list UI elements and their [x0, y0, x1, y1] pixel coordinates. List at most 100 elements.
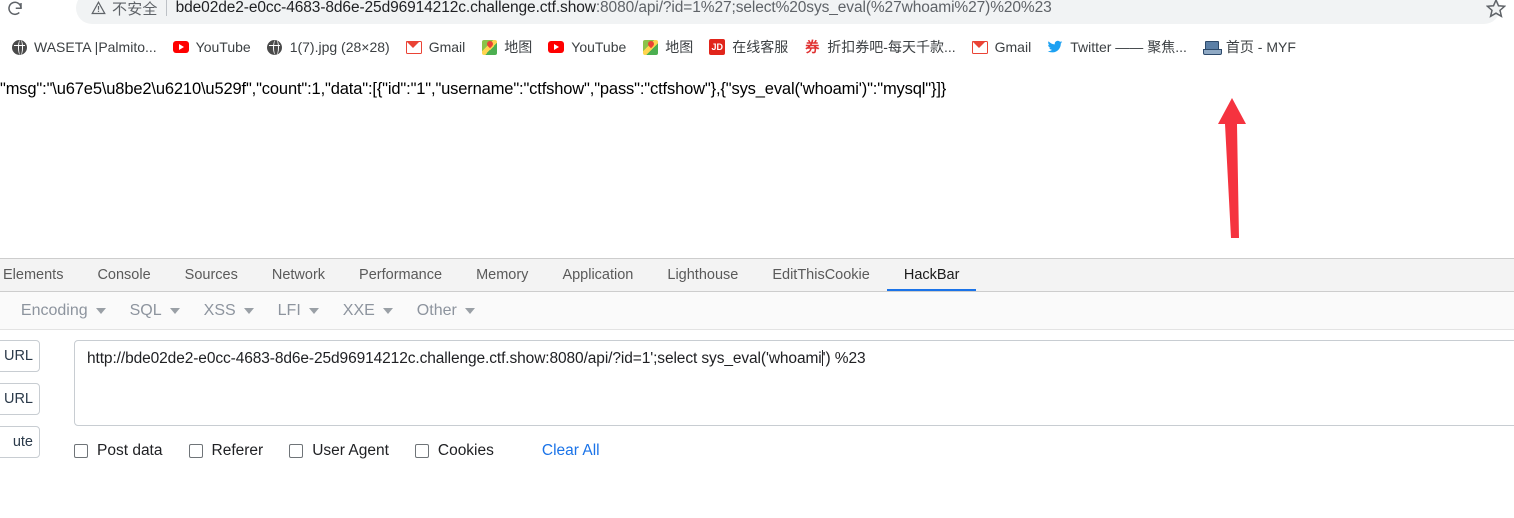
- bookmark-item[interactable]: Twitter —— 聚焦...: [1040, 34, 1194, 60]
- chevron-down-icon: [382, 307, 393, 314]
- bookmark-item[interactable]: 券折扣券吧-每天千款...: [797, 34, 962, 60]
- tab-label: EditThisCookie: [772, 267, 870, 283]
- menu-label: Encoding: [20, 301, 88, 319]
- load-url-button[interactable]: URL: [0, 340, 40, 372]
- tab-hackbar[interactable]: HackBar: [886, 259, 977, 291]
- gmail-icon: [971, 39, 988, 55]
- menu-label: LFI: [277, 301, 301, 319]
- youtube-icon: [548, 39, 565, 55]
- bookmark-item[interactable]: WASETA |Palmito...: [4, 34, 164, 60]
- globe-icon: [267, 39, 283, 55]
- clear-all-link[interactable]: Clear All: [542, 442, 600, 460]
- bookmark-label: 1(7).jpg (28×28): [289, 39, 390, 55]
- split-url-button[interactable]: URL: [0, 383, 40, 415]
- tab-label: HackBar: [903, 267, 960, 283]
- option-user-agent[interactable]: User Agent: [289, 442, 389, 460]
- bookmark-item[interactable]: JD 在线客服: [702, 34, 795, 60]
- bookmark-label: YouTube: [571, 39, 627, 55]
- youtube-icon: [172, 39, 189, 55]
- bookmark-label: 折扣券吧-每天千款...: [827, 39, 956, 55]
- twitter-icon: [1047, 39, 1063, 55]
- hackbar-options-row: Post data Referer User Agent Cookies Cle…: [74, 438, 600, 464]
- tab-elements[interactable]: Elements: [0, 259, 80, 291]
- security-status-label: 不安全: [112, 0, 158, 18]
- tab-label: Elements: [3, 267, 64, 283]
- cookies-checkbox[interactable]: [414, 444, 429, 458]
- hackbar-menu-encoding[interactable]: Encoding: [9, 296, 118, 326]
- option-label: Cookies: [437, 442, 494, 459]
- devtools-panel: Elements Console Sources Network Perform…: [0, 258, 1514, 518]
- tab-sources[interactable]: Sources: [168, 259, 255, 291]
- tab-label: Lighthouse: [667, 267, 739, 283]
- bookmark-label: WASETA |Palmito...: [34, 39, 157, 55]
- hackbar-url-textarea[interactable]: http://bde02de2-e0cc-4683-8d6e-25d969142…: [74, 340, 1514, 426]
- tab-performance[interactable]: Performance: [342, 259, 459, 291]
- bookmark-label: 首页 - MYF: [1225, 39, 1296, 55]
- browser-toolbar: 不安全 bde02de2-e0cc-4683-8d6e-25d96914212c…: [0, 0, 1514, 30]
- tab-application[interactable]: Application: [545, 259, 650, 291]
- tab-label: Network: [271, 267, 326, 283]
- bookmark-item[interactable]: 地图: [474, 34, 539, 60]
- hackbar-menu-sql[interactable]: SQL: [118, 296, 192, 326]
- tab-network[interactable]: Network: [255, 259, 342, 291]
- referer-checkbox[interactable]: [188, 444, 203, 458]
- coupon-icon: 券: [805, 39, 820, 55]
- json-response-text: "msg":"\u67e5\u8be2\u6210\u529f","count"…: [0, 80, 947, 98]
- bookmark-item[interactable]: Gmail: [399, 34, 473, 60]
- user-agent-checkbox[interactable]: [289, 444, 304, 458]
- bookmark-label: 地图: [665, 39, 694, 55]
- bookmark-item[interactable]: YouTube: [541, 34, 633, 60]
- hackbar-menu-encryption[interactable]: n: [0, 296, 9, 326]
- address-bar[interactable]: 不安全 bde02de2-e0cc-4683-8d6e-25d96914212c…: [76, 0, 1500, 24]
- bookmark-item[interactable]: 首页 - MYF: [1196, 34, 1303, 60]
- tab-lighthouse[interactable]: Lighthouse: [650, 259, 755, 291]
- hackbar-menu-xss[interactable]: XSS: [192, 296, 266, 326]
- url-text[interactable]: bde02de2-e0cc-4683-8d6e-25d96914212c.cha…: [176, 0, 1486, 17]
- menu-label: XXE: [342, 301, 375, 319]
- tab-console[interactable]: Console: [80, 259, 167, 291]
- tab-label: Console: [97, 267, 151, 283]
- chevron-down-icon: [95, 307, 106, 314]
- bookmark-item[interactable]: YouTube: [166, 34, 258, 60]
- bookmarks-bar: WASETA |Palmito... YouTube 1(7).jpg (28×…: [0, 30, 1514, 64]
- option-label: Referer: [211, 442, 264, 459]
- tab-memory[interactable]: Memory: [459, 259, 545, 291]
- tab-label: Sources: [184, 267, 238, 283]
- jd-icon: JD: [709, 39, 726, 55]
- reload-icon[interactable]: [6, 0, 24, 18]
- bookmark-label: Gmail: [428, 39, 466, 55]
- menu-label: Other: [416, 301, 457, 319]
- hackbar-menu-other[interactable]: Other: [405, 296, 487, 326]
- hackbar-body: URL URL ute http://bde02de2-e0cc-4683-8d…: [0, 330, 1514, 516]
- hackbar-menu-xxe[interactable]: XXE: [331, 296, 405, 326]
- bookmark-item[interactable]: 地图: [635, 34, 700, 60]
- laptop-icon: [1202, 39, 1222, 55]
- execute-button[interactable]: ute: [0, 426, 40, 458]
- hackbar-menu-bar: n Encoding SQL XSS LFI XXE Other: [0, 292, 1514, 330]
- devtools-tab-bar: Elements Console Sources Network Perform…: [0, 259, 1514, 292]
- bookmark-item[interactable]: Gmail: [965, 34, 1039, 60]
- google-maps-icon: [642, 39, 658, 55]
- chevron-down-icon: [243, 307, 254, 314]
- bookmark-label: Twitter —— 聚焦...: [1070, 39, 1187, 55]
- google-maps-icon: [481, 39, 497, 55]
- hackbar-menu-lfi[interactable]: LFI: [266, 296, 331, 326]
- browser-window: 不安全 bde02de2-e0cc-4683-8d6e-25d96914212c…: [0, 0, 1514, 518]
- tab-label: Application: [562, 267, 634, 283]
- menu-label: XSS: [203, 301, 236, 319]
- option-cookies[interactable]: Cookies: [414, 442, 494, 460]
- bookmark-item[interactable]: 1(7).jpg (28×28): [260, 34, 397, 60]
- tab-label: Memory: [476, 267, 529, 283]
- option-referer[interactable]: Referer: [188, 442, 264, 460]
- chevron-down-icon: [308, 307, 319, 314]
- option-post-data[interactable]: Post data: [74, 442, 163, 460]
- chevron-down-icon: [169, 307, 180, 314]
- url-host: bde02de2-e0cc-4683-8d6e-25d96914212c.cha…: [175, 0, 596, 16]
- post-data-checkbox[interactable]: [74, 444, 88, 458]
- warning-triangle-icon: [90, 0, 106, 16]
- chevron-down-icon: [464, 307, 475, 314]
- option-label: User Agent: [312, 442, 389, 459]
- bookmark-label: Gmail: [994, 39, 1032, 55]
- tab-editthiscookie[interactable]: EditThisCookie: [755, 259, 887, 291]
- star-outline-icon[interactable]: [1485, 0, 1507, 18]
